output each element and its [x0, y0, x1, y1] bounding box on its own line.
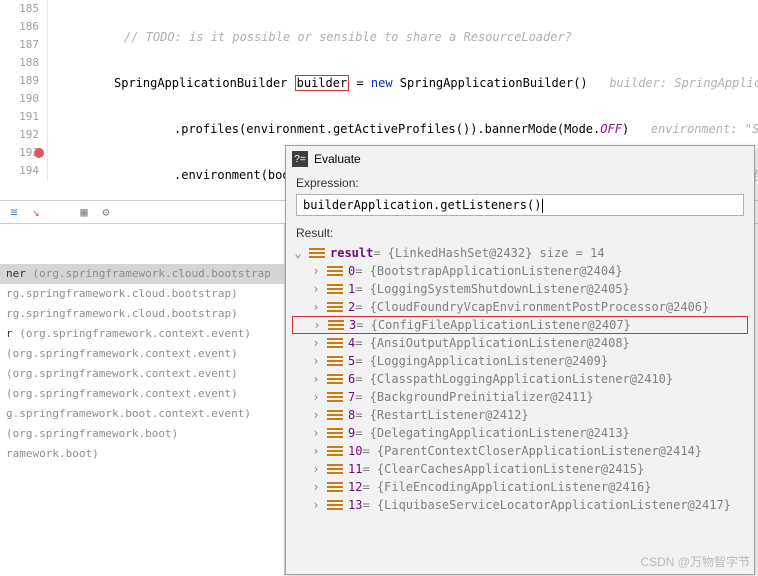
stack-frame[interactable]: rg.springframework.cloud.bootstrap) — [0, 304, 284, 324]
collection-icon — [326, 409, 344, 421]
expression-label: Expression: — [286, 172, 754, 192]
result-item[interactable]: ›0 = {BootstrapApplicationListener@2404} — [292, 262, 748, 280]
result-item[interactable]: ›13 = {LiquibaseServiceLocatorApplicatio… — [292, 496, 748, 514]
stack-frame[interactable]: (org.springframework.context.event) — [0, 384, 284, 404]
chevron-right-icon[interactable]: › — [310, 262, 322, 280]
chevron-right-icon[interactable]: › — [310, 388, 322, 406]
breakpoint-icon[interactable] — [34, 148, 44, 158]
line-number: 186 — [0, 18, 47, 36]
collection-icon — [326, 481, 344, 493]
chevron-right-icon[interactable]: › — [310, 442, 322, 460]
collection-icon — [327, 319, 345, 331]
chevron-right-icon[interactable]: › — [310, 424, 322, 442]
result-tree[interactable]: ⌄ result = {LinkedHashSet@2432} size = 1… — [286, 242, 754, 516]
result-item[interactable]: ›7 = {BackgroundPreinitializer@2411} — [292, 388, 748, 406]
stack-frame[interactable]: ramework.boot) — [0, 444, 284, 464]
chevron-right-icon[interactable]: › — [310, 280, 322, 298]
collection-icon — [326, 463, 344, 475]
collection-icon — [326, 373, 344, 385]
collection-icon — [308, 247, 326, 259]
line-number: 193 — [0, 144, 47, 162]
line-number: 191 — [0, 108, 47, 126]
evaluate-popup: ?= Evaluate Expression: builderApplicati… — [285, 145, 755, 575]
frames-panel[interactable]: ner (org.springframework.cloud.bootstrap… — [0, 224, 285, 576]
filter-icon[interactable]: ≡ — [6, 204, 22, 220]
result-item[interactable]: ›1 = {LoggingSystemShutdownListener@2405… — [292, 280, 748, 298]
result-label: Result: — [286, 222, 754, 242]
result-item[interactable]: ›5 = {LoggingApplicationListener@2409} — [292, 352, 748, 370]
result-item[interactable]: ›8 = {RestartListener@2412} — [292, 406, 748, 424]
code-text: SpringApplicationBuilder — [114, 76, 287, 90]
result-item[interactable]: ›9 = {DelegatingApplicationListener@2413… — [292, 424, 748, 442]
line-number: 188 — [0, 54, 47, 72]
line-number: 194 — [0, 162, 47, 180]
chevron-right-icon[interactable]: › — [310, 460, 322, 478]
line-number: 192 — [0, 126, 47, 144]
collection-icon — [326, 283, 344, 295]
stack-frame[interactable]: (org.springframework.context.event) — [0, 344, 284, 364]
collection-icon — [326, 427, 344, 439]
collection-icon — [326, 499, 344, 511]
result-item[interactable]: ›3 = {ConfigFileApplicationListener@2407… — [292, 316, 748, 334]
chevron-down-icon[interactable]: ⌄ — [292, 244, 304, 262]
stack-frame[interactable]: r (org.springframework.context.event) — [0, 324, 284, 344]
result-item[interactable]: ›4 = {AnsiOutputApplicationListener@2408… — [292, 334, 748, 352]
watermark: CSDN @万物智字节 — [640, 553, 750, 570]
result-item[interactable]: ›6 = {ClasspathLoggingApplicationListene… — [292, 370, 748, 388]
settings-icon[interactable]: ⚙ — [98, 204, 114, 220]
comment: // TODO: is it possible or sensible to s… — [124, 30, 572, 44]
collection-icon — [326, 337, 344, 349]
line-number: 189 — [0, 72, 47, 90]
result-item[interactable]: ›12 = {FileEncodingApplicationListener@2… — [292, 478, 748, 496]
collection-icon — [326, 391, 344, 403]
stack-frame[interactable]: (org.springframework.boot) — [0, 424, 284, 444]
stack-frame[interactable]: g.springframework.boot.context.event) — [0, 404, 284, 424]
result-root[interactable]: ⌄ result = {LinkedHashSet@2432} size = 1… — [292, 244, 748, 262]
chevron-right-icon[interactable]: › — [310, 334, 322, 352]
chevron-right-icon[interactable]: › — [310, 478, 322, 496]
chevron-right-icon[interactable]: › — [311, 316, 323, 334]
chevron-right-icon[interactable]: › — [310, 370, 322, 388]
grid-icon[interactable]: ▦ — [76, 204, 92, 220]
result-item[interactable]: ›2 = {CloudFoundryVcapEnvironmentPostPro… — [292, 298, 748, 316]
collection-icon — [326, 265, 344, 277]
result-item[interactable]: ›11 = {ClearCachesApplicationListener@24… — [292, 460, 748, 478]
chevron-right-icon[interactable]: › — [310, 352, 322, 370]
expression-input[interactable]: builderApplication.getListeners() — [296, 194, 744, 216]
step-icon[interactable]: ↘ — [28, 204, 44, 220]
collection-icon — [326, 301, 344, 313]
popup-title: ?= Evaluate — [286, 146, 754, 172]
result-item[interactable]: ›10 = {ParentContextCloserApplicationLis… — [292, 442, 748, 460]
variable-box: builder — [295, 75, 350, 91]
line-number: 185 — [0, 0, 47, 18]
chevron-right-icon[interactable]: › — [310, 406, 322, 424]
collection-icon — [326, 355, 344, 367]
line-number: 190 — [0, 90, 47, 108]
stack-frame[interactable]: ner (org.springframework.cloud.bootstrap — [0, 264, 284, 284]
stack-frame[interactable]: (org.springframework.context.event) — [0, 364, 284, 384]
chevron-right-icon[interactable]: › — [310, 496, 322, 514]
collection-icon — [326, 445, 344, 457]
gutter: 185 186 187 188 189 190 191 192 193 194 — [0, 0, 48, 180]
stack-frame[interactable]: rg.springframework.cloud.bootstrap) — [0, 284, 284, 304]
evaluate-icon: ?= — [292, 151, 308, 167]
line-number: 187 — [0, 36, 47, 54]
chevron-right-icon[interactable]: › — [310, 298, 322, 316]
